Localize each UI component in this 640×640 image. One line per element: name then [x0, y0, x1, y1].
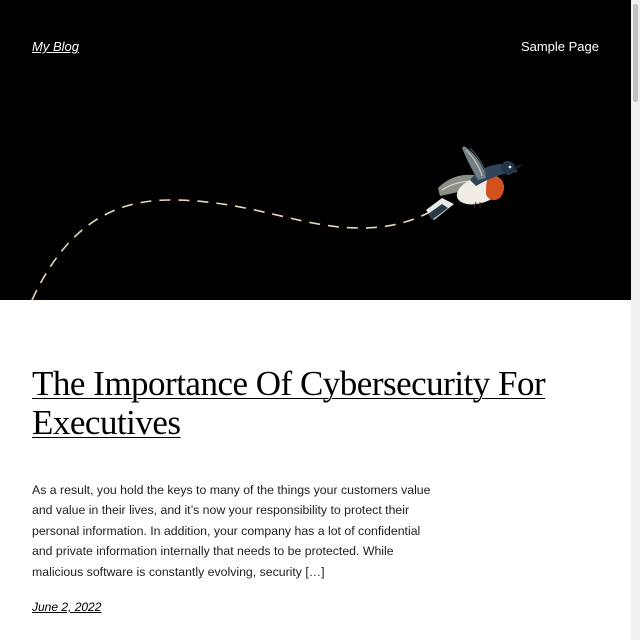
bird-illustration	[426, 146, 524, 220]
scrollbar[interactable]	[631, 0, 640, 640]
post-excerpt: As a result, you hold the keys to many o…	[32, 483, 431, 579]
post-title: The Importance Of Cybersecurity For Exec…	[32, 364, 592, 442]
post-title-link[interactable]: The Importance Of Cybersecurity For Exec…	[32, 364, 546, 442]
scrollbar-thumb[interactable]	[633, 4, 638, 102]
page: My Blog Sample Page The Importance Of Cy…	[0, 0, 640, 640]
dashed-flight-path	[31, 199, 431, 300]
post-date-link[interactable]: June 2, 2022	[32, 600, 101, 614]
site-header: My Blog Sample Page	[0, 0, 631, 300]
